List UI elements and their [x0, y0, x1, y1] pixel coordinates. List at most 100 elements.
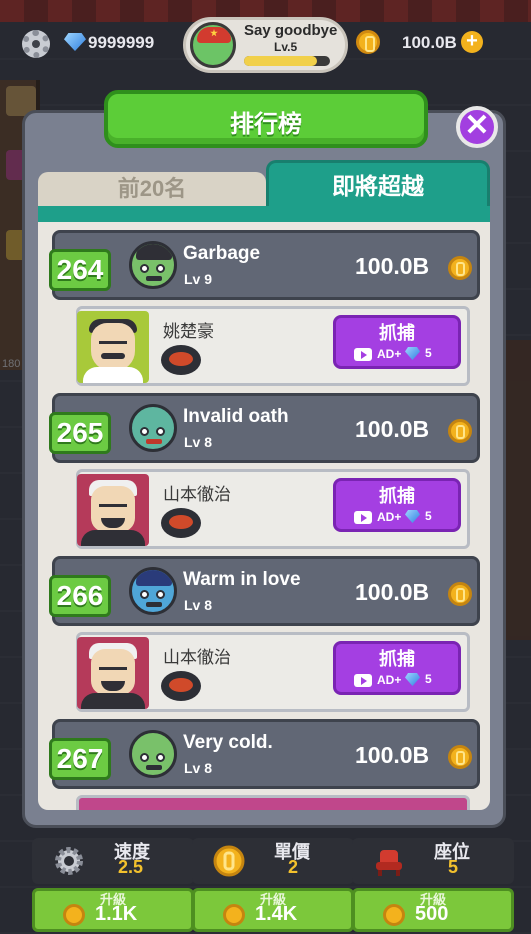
avatar-eye: [140, 590, 149, 599]
video-ad-icon: [354, 674, 372, 687]
speed-upgrade: 速度 2.5 升級 1.1K: [32, 838, 194, 932]
leaderboard-list[interactable]: 264 Garbage Lv 9 100.0B 姚楚豪 抓捕 AD+ 5 265…: [38, 222, 490, 810]
visitor-avatar: [77, 311, 149, 383]
avatar-mouth: [146, 276, 162, 281]
upgrade-price: 500: [415, 903, 449, 925]
avatar-eye: [140, 264, 149, 273]
visitor-avatar: [77, 637, 149, 709]
tab-underline: [38, 206, 490, 222]
player-avatar: [129, 404, 177, 452]
upgrade-info: 速度 2.5: [32, 838, 194, 884]
gear-icon: [55, 847, 83, 875]
avatar-mouth: [146, 439, 162, 444]
catch-label: 抓捕: [379, 649, 415, 669]
avatar-suit: [81, 530, 145, 546]
rank-badge: 267: [49, 738, 111, 780]
visitor-row: 山本徹治 抓捕 AD+ 5: [76, 469, 470, 549]
catch-button[interactable]: 抓捕 AD+ 5: [333, 641, 461, 695]
avatar-eyes: [99, 667, 127, 670]
player-row: 264 Garbage Lv 9 100.0B: [49, 230, 480, 300]
avatar-eyes: [99, 504, 127, 507]
upgrade-info: 座位 5: [352, 838, 514, 884]
player-avatar: [129, 567, 177, 615]
gem-count: 9999999: [88, 33, 155, 52]
coin-icon: [448, 419, 472, 443]
player-name: Invalid oath: [183, 406, 289, 427]
player-profile[interactable]: Say goodbye Lv.5: [183, 17, 348, 73]
xp-bar-fill: [244, 56, 318, 66]
player-row: 266 Warm in love Lv 8 100.0B: [49, 556, 480, 626]
coin-icon: [356, 30, 380, 54]
avatar-eye: [156, 590, 165, 599]
catch-button[interactable]: 抓捕 AD+ 5: [333, 315, 461, 369]
avatar-eyes: [99, 341, 127, 344]
player-name: Garbage: [183, 243, 261, 264]
gem-reward: 5: [425, 346, 432, 360]
player-level: Lv 8: [184, 597, 213, 613]
player-money: 100.0B: [355, 579, 430, 605]
hat-icon: [197, 27, 231, 43]
avatar-suit: [81, 693, 145, 709]
gem-icon: [405, 673, 420, 686]
xp-bar: [244, 56, 330, 66]
visitor-row: 姚楚豪 抓捕 AD+ 5: [76, 306, 470, 386]
rank-badge: 266: [49, 575, 111, 617]
coin-icon: [448, 582, 472, 606]
coin-icon: [213, 845, 245, 877]
dish-icon: [161, 508, 201, 538]
add-money-button[interactable]: +: [461, 31, 483, 53]
close-button[interactable]: ✕: [456, 106, 498, 148]
ad-label: AD+: [377, 347, 402, 361]
upgrade-speed-button[interactable]: 升級 1.1K: [32, 888, 194, 932]
upgrade-value: 2.5: [118, 857, 144, 877]
player-name: Warm in love: [183, 569, 301, 590]
tab-top20[interactable]: 前20名: [38, 172, 266, 206]
avatar-mouth: [146, 602, 162, 607]
rank-badge: 264: [49, 249, 111, 291]
catch-label: 抓捕: [379, 486, 415, 506]
visitor-avatar: [77, 474, 149, 546]
upgrade-price-button[interactable]: 升級 1.4K: [192, 888, 354, 932]
panel-title-ribbon: 排行榜: [104, 90, 428, 148]
avatar-eye: [140, 427, 149, 436]
price-upgrade: 單價 2 升級 1.4K: [192, 838, 354, 932]
player-row: 265 Invalid oath Lv 8 100.0B: [49, 393, 480, 463]
player-level: Lv 8: [184, 760, 213, 776]
player-money: 100.0B: [355, 253, 430, 279]
player-money: 100.0B: [355, 416, 430, 442]
upgrade-seat-button[interactable]: 升級 500: [352, 888, 514, 932]
upgrade-price: 1.1K: [95, 903, 138, 925]
avatar-coat: [83, 367, 143, 383]
avatar-mustache: [101, 353, 125, 359]
player-avatar: [190, 22, 236, 68]
dish-icon: [161, 345, 201, 375]
money-count: 100.0B: [402, 33, 457, 52]
ad-label: AD+: [377, 510, 402, 524]
coin-icon: [448, 745, 472, 769]
ad-label: AD+: [377, 673, 402, 687]
settings-gear-icon[interactable]: [22, 30, 50, 58]
rank-badge: 265: [49, 412, 111, 454]
close-icon: ✕: [464, 109, 490, 142]
upgrade-value: 5: [448, 857, 459, 877]
police-cap-icon: [136, 570, 172, 586]
upgrade-info: 單價 2: [192, 838, 354, 884]
player-avatar: [129, 730, 177, 778]
visitor-name: 山本徹治: [163, 485, 231, 504]
visitor-name: 姚楚豪: [163, 322, 214, 341]
cap-icon: [136, 244, 172, 260]
coin-icon: [63, 904, 85, 926]
player-row: 267 Very cold. Lv 8 100.0B: [49, 719, 480, 789]
panel-title: 排行榜: [230, 111, 302, 138]
tab-upcoming[interactable]: 即將超越: [266, 160, 490, 208]
player-level: Lv 8: [184, 434, 213, 450]
gem-icon: [405, 347, 420, 360]
player-level: Lv 9: [184, 271, 213, 287]
coin-icon: [448, 256, 472, 280]
avatar-eye: [140, 753, 149, 762]
avatar-mouth: [146, 765, 162, 770]
gem-reward: 5: [425, 672, 432, 686]
visitor-row: 山本徹治 抓捕 AD+ 5: [76, 632, 470, 712]
catch-button[interactable]: 抓捕 AD+ 5: [333, 478, 461, 532]
player-name: Very cold.: [183, 732, 273, 753]
